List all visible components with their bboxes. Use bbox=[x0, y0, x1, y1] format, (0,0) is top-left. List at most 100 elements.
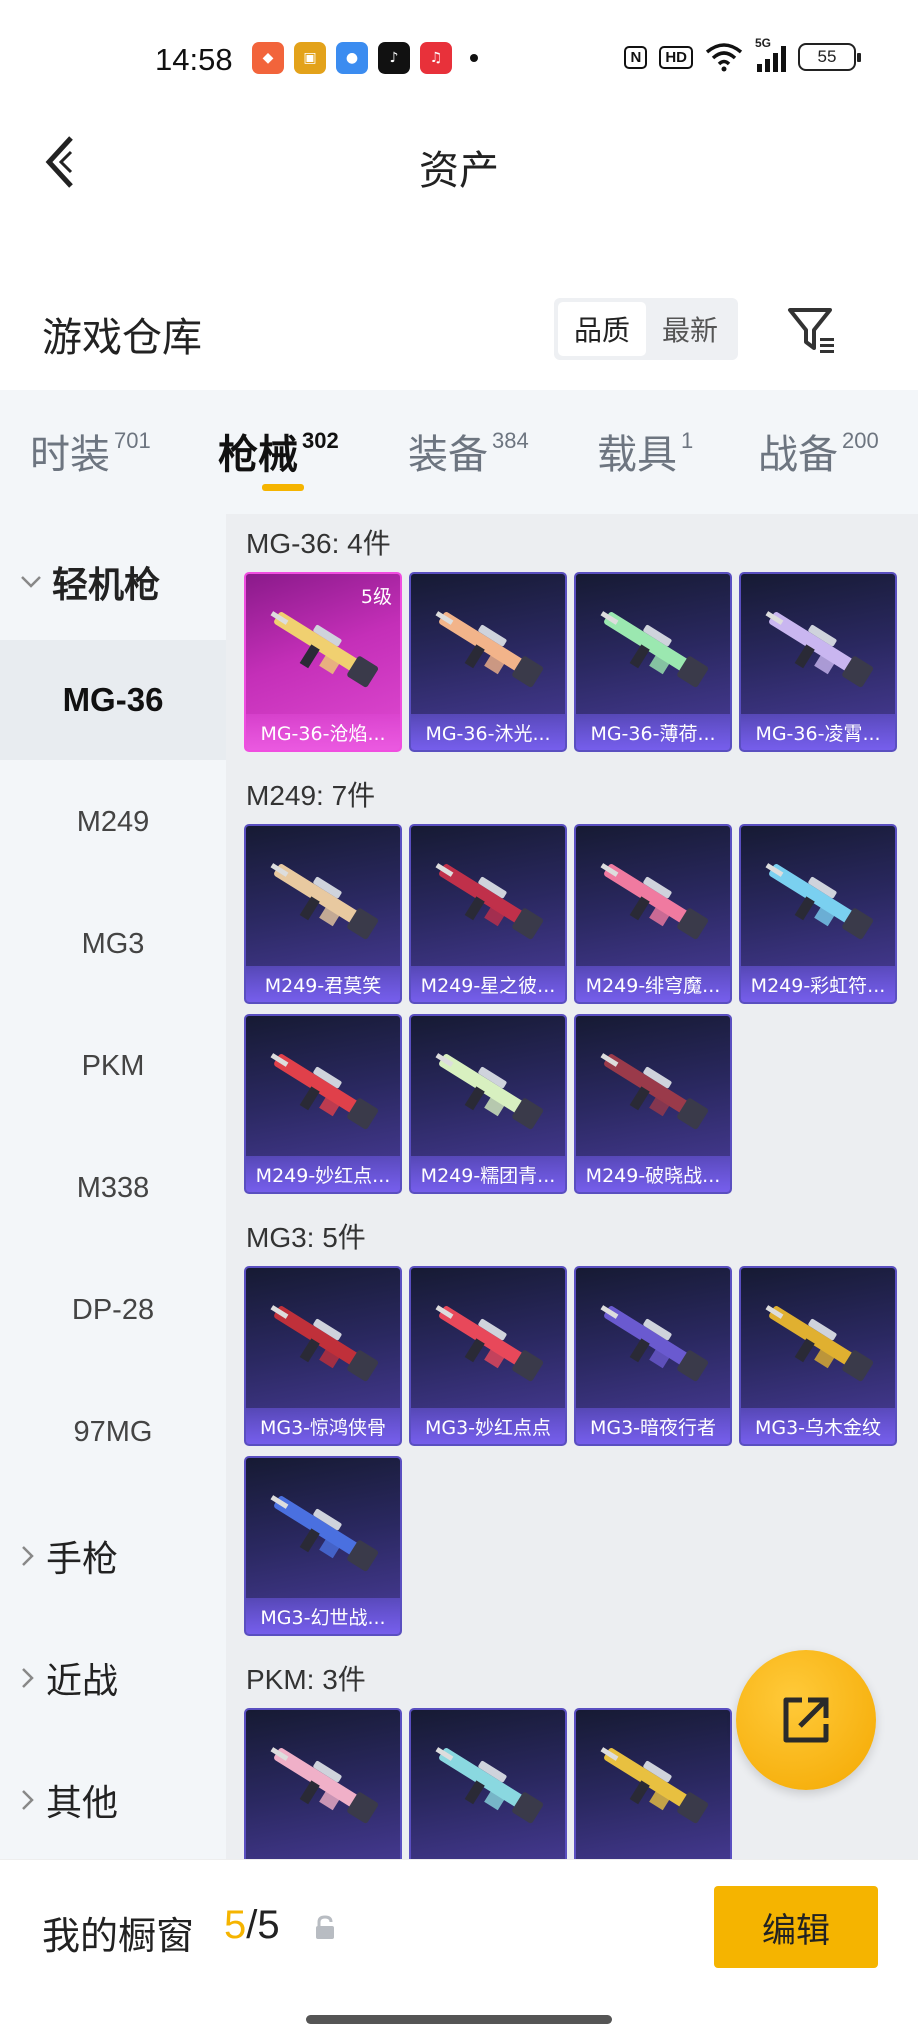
showcase-bar: 我的橱窗 5/5 编辑 bbox=[0, 1859, 918, 2040]
card-label: M249-君莫笑 bbox=[246, 966, 400, 1002]
tab-equipment[interactable]: 装备 384 bbox=[408, 422, 529, 480]
weapon-image bbox=[435, 1305, 544, 1382]
tab-fashion[interactable]: 时装 701 bbox=[30, 422, 151, 480]
status-time: 14:58 bbox=[155, 42, 233, 77]
sidebar-item-97mg[interactable]: 97MG bbox=[0, 1372, 226, 1492]
weapon-skin-card[interactable] bbox=[409, 1708, 567, 1859]
card-label: MG-36-沐光... bbox=[411, 714, 565, 750]
app-icon-orange: ◆ bbox=[252, 42, 284, 74]
card-label: MG3-乌木金纹 bbox=[741, 1408, 895, 1444]
weapon-image bbox=[600, 1053, 709, 1130]
sidebar-category-label: 轻机枪 bbox=[52, 565, 161, 606]
card-label: M249-彩虹符... bbox=[741, 966, 895, 1002]
card-label: MG3-幻世战... bbox=[246, 1598, 400, 1634]
hd-icon: HD bbox=[659, 45, 693, 69]
weapon-image bbox=[435, 1747, 544, 1824]
wifi-icon bbox=[705, 43, 743, 72]
sidebar-item-pkm[interactable]: PKM bbox=[0, 1006, 226, 1126]
weapon-skin-card[interactable]: MG3-暗夜行者 bbox=[574, 1266, 732, 1446]
tab-supplies[interactable]: 战备 200 bbox=[758, 422, 879, 480]
weapon-skin-card[interactable]: 5级 MG-36-沧焰... bbox=[244, 572, 402, 752]
tab-label: 载具 bbox=[597, 432, 677, 478]
sidebar-category-pistol[interactable]: 手枪 bbox=[20, 1530, 118, 1582]
weapon-image bbox=[435, 611, 544, 688]
weapon-image bbox=[270, 1495, 379, 1572]
weapon-skin-card[interactable]: MG-36-沐光... bbox=[409, 572, 567, 752]
lock-icon bbox=[316, 1915, 334, 1939]
card-label: MG-36-凌霄... bbox=[741, 714, 895, 750]
weapon-skin-card[interactable]: MG3-惊鸿侠骨 bbox=[244, 1266, 402, 1446]
edit-button[interactable]: 编辑 bbox=[714, 1886, 878, 1968]
weapon-skin-card[interactable]: MG3-幻世战... bbox=[244, 1456, 402, 1636]
tab-label: 装备 bbox=[408, 432, 488, 478]
weapon-skin-card[interactable]: M249-彩虹符... bbox=[739, 824, 897, 1004]
weapon-skin-card[interactable]: M249-妙红点... bbox=[244, 1014, 402, 1194]
sidebar-category-melee[interactable]: 近战 bbox=[20, 1652, 118, 1704]
weapon-skin-card[interactable]: M249-星之彼... bbox=[409, 824, 567, 1004]
chevron-right-icon bbox=[22, 1546, 34, 1566]
tab-count: 1 bbox=[681, 428, 694, 453]
card-label: M249-绯穹魔... bbox=[576, 966, 730, 1002]
chevron-right-icon bbox=[22, 1668, 34, 1688]
tab-label: 时装 bbox=[30, 432, 110, 478]
group-title: MG-36: 4件 bbox=[246, 528, 391, 559]
weapon-skin-card[interactable] bbox=[574, 1708, 732, 1859]
network-type: 5G bbox=[755, 36, 772, 50]
weapon-skin-card[interactable]: M249-破晓战... bbox=[574, 1014, 732, 1194]
card-label: MG3-妙红点点 bbox=[411, 1408, 565, 1444]
sidebar-category-lmg[interactable]: 轻机枪 bbox=[20, 556, 160, 608]
weapon-skin-card[interactable]: M249-君莫笑 bbox=[244, 824, 402, 1004]
sort-by-quality-button[interactable]: 品质 bbox=[558, 302, 646, 356]
card-label: MG3-惊鸿侠骨 bbox=[246, 1408, 400, 1444]
weapon-image bbox=[435, 863, 544, 940]
weapon-image bbox=[435, 1053, 544, 1130]
signal-icon: 5G bbox=[755, 36, 786, 72]
share-icon bbox=[783, 1697, 829, 1743]
weapon-skin-card[interactable] bbox=[244, 1708, 402, 1859]
filter-button[interactable] bbox=[786, 304, 838, 356]
app-icon-blue: ● bbox=[336, 42, 368, 74]
sort-toggle: 品质 最新 bbox=[554, 298, 738, 360]
tab-label: 战备 bbox=[758, 432, 838, 478]
home-indicator[interactable] bbox=[306, 2015, 612, 2024]
share-floating-button[interactable] bbox=[736, 1650, 876, 1790]
sort-by-newest-button[interactable]: 最新 bbox=[646, 302, 734, 356]
sidebar-item-m338[interactable]: M338 bbox=[0, 1128, 226, 1248]
app-icon-game: ▣ bbox=[294, 42, 326, 74]
weapon-type-sidebar: 轻机枪 MG-36 M249 MG3 PKM M338 DP-28 97MG 手… bbox=[0, 514, 226, 1859]
card-label: M249-糯团青... bbox=[411, 1156, 565, 1192]
sidebar-category-label: 其他 bbox=[46, 1783, 119, 1824]
tab-count: 701 bbox=[114, 428, 151, 453]
active-tab-indicator bbox=[262, 484, 304, 491]
sidebar-item-dp28[interactable]: DP-28 bbox=[0, 1250, 226, 1370]
group-title: MG3: 5件 bbox=[246, 1222, 366, 1253]
tab-vehicles[interactable]: 载具 1 bbox=[597, 422, 693, 480]
card-label: MG-36-沧焰... bbox=[246, 714, 400, 750]
group-title: PKM: 3件 bbox=[246, 1664, 366, 1695]
tiktok-icon: ♪ bbox=[378, 42, 410, 74]
weapon-image bbox=[765, 1305, 874, 1382]
sidebar-item-mg36[interactable]: MG-36 bbox=[0, 640, 226, 760]
weapon-skin-card[interactable]: MG3-乌木金纹 bbox=[739, 1266, 897, 1446]
weapon-skin-card[interactable]: M249-绯穹魔... bbox=[574, 824, 732, 1004]
weapon-skin-card[interactable]: M249-糯团青... bbox=[409, 1014, 567, 1194]
chevron-right-icon bbox=[22, 1790, 34, 1810]
weapon-skin-card[interactable]: MG-36-凌霄... bbox=[739, 572, 897, 752]
page-title: 资产 bbox=[419, 148, 499, 194]
card-label: MG3-暗夜行者 bbox=[576, 1408, 730, 1444]
weapon-skin-card[interactable]: MG3-妙红点点 bbox=[409, 1266, 567, 1446]
weapon-image bbox=[600, 1305, 709, 1382]
weapon-image bbox=[765, 611, 874, 688]
tab-weapons[interactable]: 枪械 302 bbox=[218, 422, 339, 480]
showcase-current: 5 bbox=[224, 1903, 247, 1947]
sidebar-item-m249[interactable]: M249 bbox=[0, 762, 226, 882]
showcase-total: /5 bbox=[246, 1903, 280, 1947]
nfc-icon: N bbox=[624, 45, 648, 69]
warehouse-title: 游戏仓库 bbox=[42, 315, 202, 361]
music-icon: ♫ bbox=[420, 42, 452, 74]
weapon-skin-card[interactable]: MG-36-薄荷... bbox=[574, 572, 732, 752]
tab-count: 200 bbox=[842, 428, 879, 453]
sidebar-item-mg3[interactable]: MG3 bbox=[0, 884, 226, 1004]
sidebar-category-other[interactable]: 其他 bbox=[20, 1774, 118, 1826]
showcase-count: 5/5 bbox=[224, 1903, 280, 1948]
